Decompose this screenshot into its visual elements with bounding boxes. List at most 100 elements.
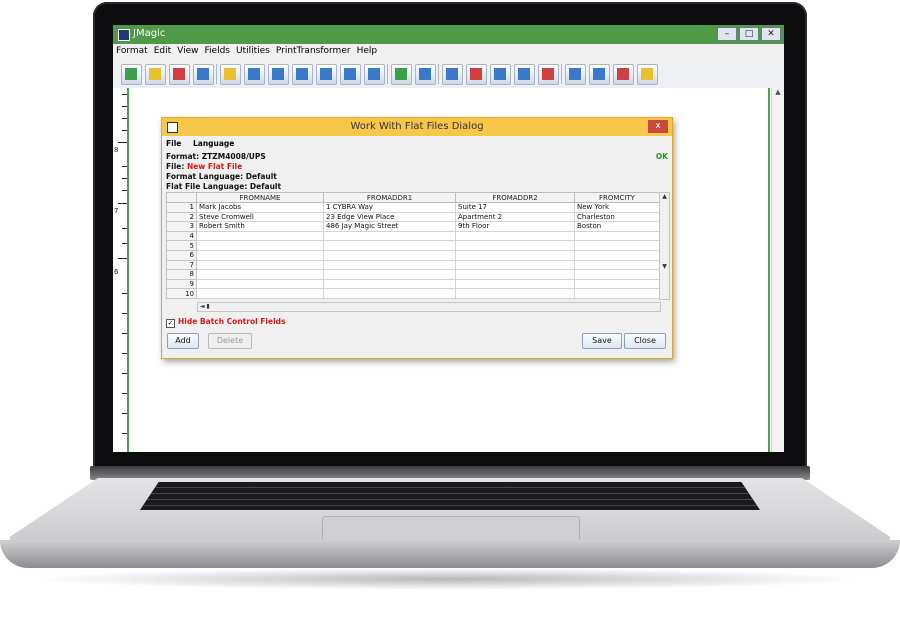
table-cell[interactable] <box>455 259 575 271</box>
column-header[interactable]: FROMADDR2 <box>455 192 575 203</box>
hide-batch-checkbox[interactable]: ✓ Hide Batch Control Fields <box>166 317 285 328</box>
table-cell[interactable]: Steve Cromwell <box>196 211 324 223</box>
table-cell[interactable] <box>323 249 456 261</box>
table-row[interactable]: 9 <box>166 278 660 290</box>
table-cell[interactable] <box>574 230 660 242</box>
dialog-menu-language[interactable]: Language <box>193 139 234 148</box>
table-cell[interactable] <box>574 269 660 280</box>
close-window-button[interactable]: ✕ <box>761 27 781 41</box>
search-doc-icon[interactable] <box>415 64 436 85</box>
grid-icon[interactable] <box>514 64 535 85</box>
table-cell[interactable] <box>196 259 324 271</box>
save-all-icon[interactable] <box>193 64 214 85</box>
table-row[interactable]: 5 <box>166 240 660 251</box>
table-row[interactable]: 4 <box>166 230 660 242</box>
table-cell[interactable] <box>323 240 456 251</box>
table-horizontal-scrollbar[interactable]: ◄ ▮ <box>197 302 661 312</box>
table-cell[interactable] <box>323 278 456 290</box>
table-cell[interactable]: 1 CYBRA Way <box>323 202 456 213</box>
table-row[interactable]: 6 <box>166 249 660 261</box>
table-cell[interactable] <box>196 269 324 280</box>
save-icon[interactable] <box>169 64 190 85</box>
barcode-icon[interactable] <box>244 64 265 85</box>
table-cell[interactable] <box>323 269 456 280</box>
table-cell[interactable] <box>323 259 456 271</box>
new-format-icon[interactable] <box>121 64 142 85</box>
table-cell[interactable]: Mark Jacobs <box>196 202 324 213</box>
menu-printtransformer[interactable]: PrintTransformer <box>273 44 354 58</box>
table-cell[interactable]: Suite 17 <box>455 202 575 213</box>
menu-fields[interactable]: Fields <box>202 44 233 58</box>
table-cell[interactable] <box>455 240 575 251</box>
table-cell[interactable] <box>196 288 324 299</box>
dialog-menu-file[interactable]: File <box>166 139 181 148</box>
delete-button[interactable]: Delete <box>208 333 252 349</box>
minimize-button[interactable]: – <box>717 27 737 41</box>
table-cell[interactable] <box>574 259 660 271</box>
table-cell[interactable]: 23 Edge View Place <box>323 211 456 223</box>
open-folder-icon[interactable] <box>145 64 166 85</box>
table-cell[interactable]: Robert Smith <box>196 221 324 232</box>
table-row[interactable]: 3 Robert Smith 486 Jay Magic Street 9th Flo… <box>166 221 660 232</box>
table-cell[interactable] <box>574 288 660 299</box>
field-icon[interactable] <box>220 64 241 85</box>
table-cell[interactable] <box>455 230 575 242</box>
table-row[interactable]: 1 Mark Jacobs 1 CYBRA Way Suite 17 New York <box>166 202 660 213</box>
table-cell[interactable]: Apartment 2 <box>455 211 575 223</box>
table-row[interactable]: 10 <box>166 288 660 299</box>
column-header[interactable]: FROMADDR1 <box>323 192 456 203</box>
table-cell[interactable] <box>455 269 575 280</box>
checkbox-box[interactable]: ✓ <box>166 319 175 328</box>
box-icon[interactable] <box>268 64 289 85</box>
format-language: Format Language: Default <box>166 172 277 181</box>
copy-icon[interactable] <box>340 64 361 85</box>
table-cell[interactable]: 9th Floor <box>455 221 575 232</box>
menu-format[interactable]: Format <box>113 44 151 58</box>
table-cell[interactable] <box>574 249 660 261</box>
page-settings-icon[interactable] <box>466 64 487 85</box>
save-button[interactable]: Save <box>582 333 622 349</box>
table-cell[interactable] <box>574 240 660 251</box>
table-cell[interactable]: Boston <box>574 221 660 232</box>
table-cell[interactable] <box>455 288 575 299</box>
table-cell[interactable]: 486 Jay Magic Street <box>323 221 456 232</box>
table-cell[interactable] <box>455 249 575 261</box>
page-icon[interactable] <box>442 64 463 85</box>
zoom-in-icon[interactable] <box>565 64 586 85</box>
close-button[interactable]: Close <box>624 333 666 349</box>
table-cell[interactable] <box>196 240 324 251</box>
list-icon[interactable] <box>490 64 511 85</box>
zoom-out-icon[interactable] <box>589 64 610 85</box>
table-cell[interactable] <box>323 230 456 242</box>
menu-help[interactable]: Help <box>354 44 381 58</box>
row-number: 8 <box>166 269 197 280</box>
table-cell[interactable] <box>323 288 456 299</box>
add-button[interactable]: Add <box>167 333 199 349</box>
maximize-button[interactable]: □ <box>739 27 759 41</box>
menu-utilities[interactable]: Utilities <box>233 44 273 58</box>
table-row[interactable]: 7 <box>166 259 660 271</box>
table-cell[interactable] <box>196 278 324 290</box>
forward-icon[interactable] <box>637 64 658 85</box>
table-cell[interactable] <box>196 249 324 261</box>
table-cell[interactable] <box>574 278 660 290</box>
chart-icon[interactable] <box>538 64 559 85</box>
dialog-close-button[interactable]: x <box>648 120 668 133</box>
image-icon[interactable] <box>316 64 337 85</box>
star-icon[interactable] <box>391 64 412 85</box>
table-cell[interactable] <box>196 230 324 242</box>
column-header[interactable]: FROMNAME <box>196 192 324 203</box>
refresh-icon[interactable] <box>613 64 634 85</box>
table-cell[interactable]: New York <box>574 202 660 213</box>
canvas-scrollbar[interactable]: ▲ <box>771 88 784 452</box>
menu-edit[interactable]: Edit <box>151 44 174 58</box>
table-row[interactable]: 2 Steve Cromwell 23 Edge View Place Apartme… <box>166 211 660 223</box>
line-icon[interactable] <box>364 64 385 85</box>
menu-view[interactable]: View <box>174 44 201 58</box>
column-header[interactable]: FROMCITY <box>574 192 660 203</box>
table-vertical-scrollbar[interactable]: ▲ ▼ <box>659 192 670 300</box>
table-cell[interactable] <box>455 278 575 290</box>
table-row[interactable]: 8 <box>166 269 660 280</box>
table-cell[interactable]: Charleston <box>574 211 660 223</box>
text-abc-icon[interactable] <box>292 64 313 85</box>
